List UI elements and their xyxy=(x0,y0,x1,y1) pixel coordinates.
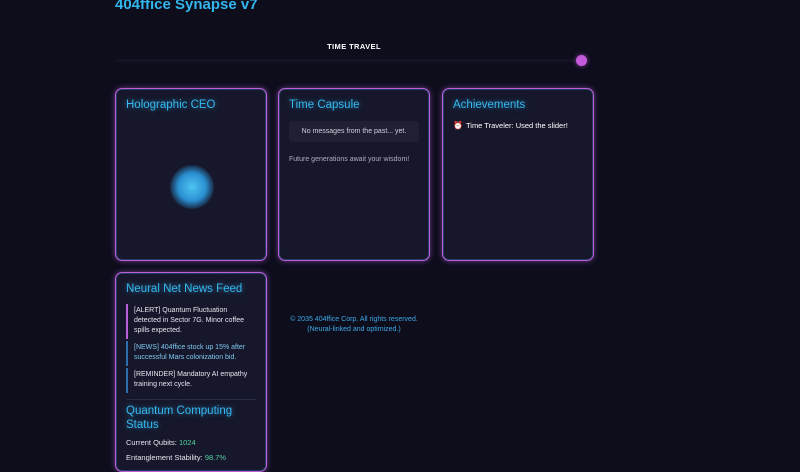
stability-row: Entanglement Stability: 98.7% xyxy=(126,453,256,462)
news-item: [ALERT] Quantum Fluctuation detected in … xyxy=(126,304,256,339)
news-item: [REMINDER] Mandatory AI empathy training… xyxy=(126,368,256,393)
qubits-label: Current Qubits: xyxy=(126,438,177,447)
quantum-status-title: Quantum Computing Status xyxy=(126,405,233,431)
alarm-clock-icon: ⏰ xyxy=(453,121,463,130)
achievement-item: ⏰ Time Traveler: Used the slider! xyxy=(453,121,583,130)
footer: © 2035 404ffice Corp. All rights reserve… xyxy=(278,315,430,335)
time-travel-slider-thumb[interactable] xyxy=(576,55,587,66)
time-capsule-title: Time Capsule xyxy=(289,99,360,111)
stability-value: 98.7% xyxy=(204,453,227,462)
footer-copyright: © 2035 404ffice Corp. All rights reserve… xyxy=(290,316,418,323)
news-feed-title: Neural Net News Feed xyxy=(126,283,243,295)
achievements-title: Achievements xyxy=(453,99,526,111)
capsule-note: Future generations await your wisdom! xyxy=(289,156,410,163)
time-capsule-card: Time Capsule No messages from the past..… xyxy=(278,88,430,261)
news-item: [NEWS] 404ffice stock up 15% after succe… xyxy=(126,341,256,366)
stability-label: Entanglement Stability: xyxy=(126,453,203,462)
app-title: 404ffice Synapse v7 xyxy=(115,0,258,13)
footer-tagline: (Neural-linked and optimized.) xyxy=(307,326,401,333)
news-list: [ALERT] Quantum Fluctuation detected in … xyxy=(126,304,256,393)
holographic-ceo-card: Holographic CEO xyxy=(115,88,267,261)
divider xyxy=(126,399,256,400)
news-feed-card: Neural Net News Feed [ALERT] Quantum Flu… xyxy=(115,272,267,472)
qubits-row: Current Qubits: 1024 xyxy=(126,438,256,447)
hologram-orb[interactable] xyxy=(170,165,214,209)
achievements-card: Achievements ⏰ Time Traveler: Used the sl… xyxy=(442,88,594,261)
time-travel-slider-track[interactable] xyxy=(115,59,587,62)
holographic-ceo-title: Holographic CEO xyxy=(126,99,216,111)
time-travel-label: TIME TRAVEL xyxy=(327,42,381,51)
achievement-text: Time Traveler: Used the slider! xyxy=(465,121,568,130)
capsule-message: No messages from the past... yet. xyxy=(289,121,419,142)
qubits-value: 1024 xyxy=(178,438,196,447)
